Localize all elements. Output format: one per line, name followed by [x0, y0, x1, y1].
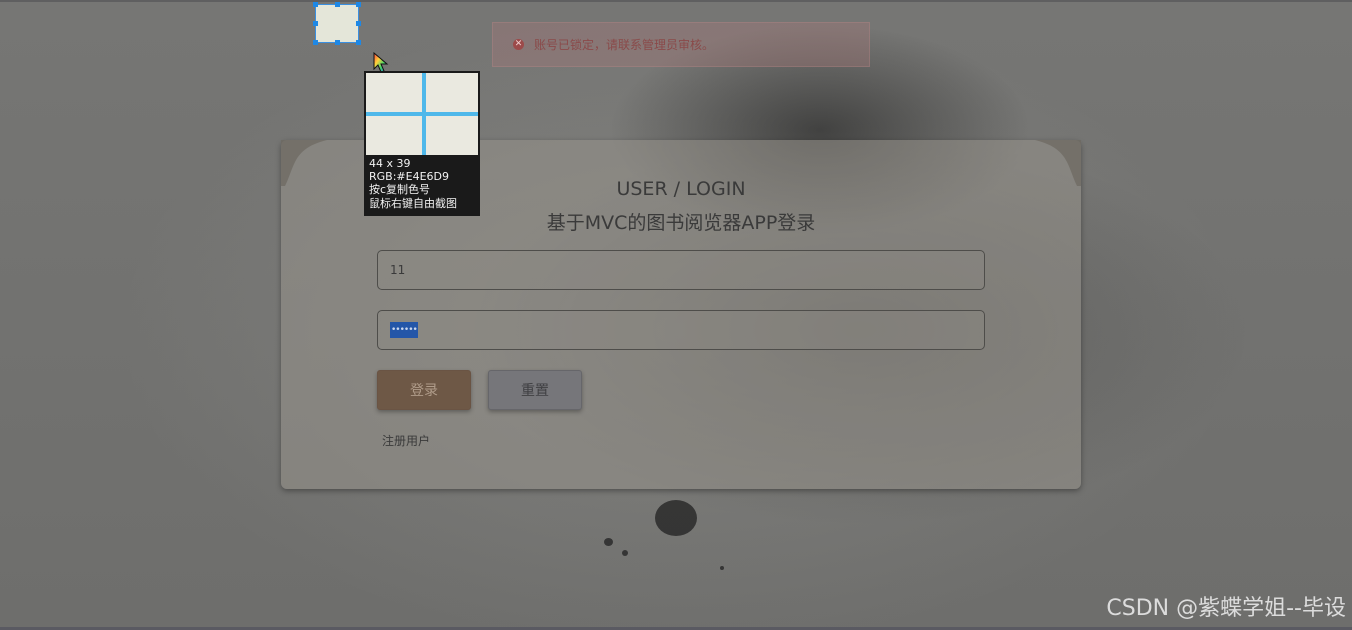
resize-handle[interactable]	[335, 40, 340, 45]
watermark: CSDN @紫蝶学姐--毕设	[1106, 596, 1346, 621]
resize-handle[interactable]	[313, 40, 318, 45]
ink-spot	[604, 538, 613, 546]
username-input[interactable]: 11	[377, 250, 985, 290]
resize-handle[interactable]	[313, 21, 318, 26]
top-border	[0, 0, 1352, 2]
resize-handle[interactable]	[356, 2, 361, 7]
password-value: ••••••	[390, 322, 418, 338]
register-link[interactable]: 注册用户	[382, 432, 430, 449]
copy-hint: 按c复制色号	[369, 183, 431, 196]
ink-spot	[655, 500, 697, 536]
selection-size: 44 x 39	[369, 157, 411, 170]
resize-handle[interactable]	[335, 2, 340, 7]
ink-spot	[720, 566, 724, 570]
magnified-preview	[366, 73, 478, 155]
capture-selection[interactable]	[313, 2, 361, 45]
resize-handle[interactable]	[356, 21, 361, 26]
login-button[interactable]: 登录	[377, 370, 471, 410]
reset-button[interactable]: 重置	[488, 370, 582, 410]
password-input[interactable]: ••••••	[377, 310, 985, 350]
username-value: 11	[390, 263, 406, 277]
alert-message: 账号已锁定，请联系管理员审核。	[534, 38, 715, 52]
error-circle-icon: ✕	[513, 39, 524, 50]
error-alert: ✕ 账号已锁定，请联系管理员审核。	[492, 22, 870, 67]
ink-spot	[622, 550, 628, 556]
resize-handle[interactable]	[356, 40, 361, 45]
color-picker-magnifier: 44 x 39 RGB:#E4E6D9 按c复制色号 鼠标右键自由截图	[364, 71, 480, 216]
resize-handle[interactable]	[313, 2, 318, 7]
crosshair-line	[422, 73, 426, 155]
capture-hint: 鼠标右键自由截图	[369, 197, 457, 210]
color-value: RGB:#E4E6D9	[369, 170, 450, 183]
